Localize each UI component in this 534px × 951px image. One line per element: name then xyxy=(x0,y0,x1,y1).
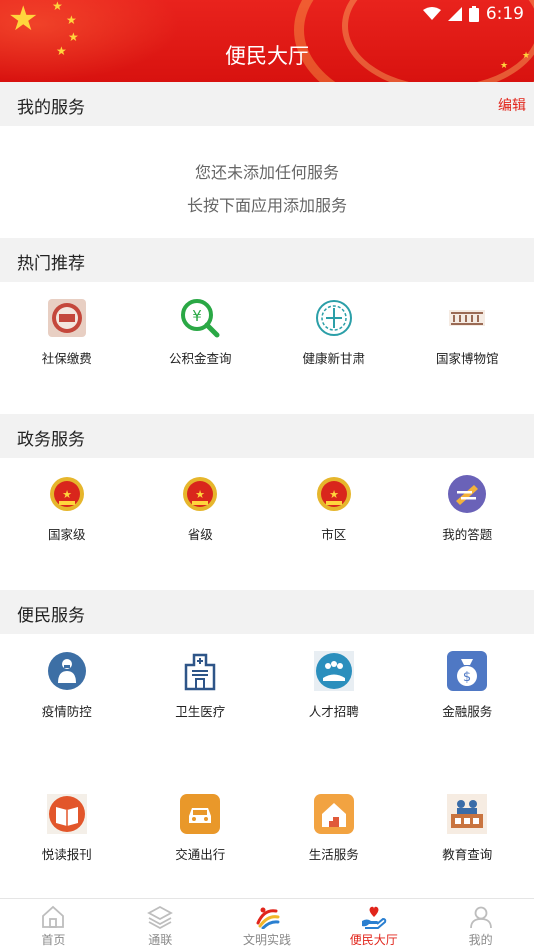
service-label: 社保缴费 xyxy=(42,348,92,367)
service-tile-life[interactable]: 生活服务 xyxy=(267,794,401,863)
service-tile-education[interactable]: 教育查询 xyxy=(401,794,534,863)
clock-time: 6:19 xyxy=(486,4,524,24)
empty-hint-line1: 您还未添加任何服务 xyxy=(0,159,534,183)
service-label: 交通出行 xyxy=(175,844,225,863)
service-tile-housing-fund[interactable]: ¥ 公积金查询 xyxy=(134,298,268,367)
service-label: 教育查询 xyxy=(442,844,492,863)
gov-heading: 政务服务 xyxy=(17,425,85,450)
wifi-icon xyxy=(423,7,441,21)
service-label: 金融服务 xyxy=(442,701,492,720)
layers-icon xyxy=(147,905,173,929)
service-tile-national[interactable]: ★ 国家级 xyxy=(0,474,134,543)
service-label: 省级 xyxy=(188,524,213,543)
civic-heading: 便民服务 xyxy=(17,601,85,626)
service-tile-medical[interactable]: 卫生医疗 xyxy=(134,651,268,720)
service-tile-social-security[interactable]: 社保缴费 xyxy=(0,298,134,367)
my-services-heading: 我的服务 xyxy=(17,93,85,118)
signal-icon xyxy=(448,7,462,21)
civilization-practice-logo-icon xyxy=(254,905,280,929)
civic-section-header: 便民服务 xyxy=(0,590,534,634)
page-title: 便民大厅 xyxy=(0,40,534,70)
home-tab-icon xyxy=(40,905,66,929)
social-security-icon xyxy=(47,298,87,338)
service-tile-reading[interactable]: 悦读报刊 xyxy=(0,794,134,863)
car-icon xyxy=(180,794,220,834)
tab-label: 文明实践 xyxy=(243,931,291,948)
tab-label: 首页 xyxy=(41,931,65,948)
service-label: 悦读报刊 xyxy=(42,844,92,863)
service-tile-health-gansu[interactable]: 健康新甘肃 xyxy=(267,298,401,367)
service-label: 卫生医疗 xyxy=(175,701,225,720)
svg-text:$: $ xyxy=(463,670,471,685)
service-tile-recruitment[interactable]: 人才招聘 xyxy=(267,651,401,720)
service-tile-finance[interactable]: $ 金融服务 xyxy=(401,651,534,720)
civic-grid-row2: 悦读报刊 交通出行 生活服务 教育查询 xyxy=(0,794,534,863)
hot-heading: 热门推荐 xyxy=(17,249,85,274)
service-label: 人才招聘 xyxy=(309,701,359,720)
tab-label: 我的 xyxy=(469,931,493,948)
bottom-tab-bar: 首页 通联 文明实践 便民大厅 我的 xyxy=(0,898,534,951)
civic-grid-row1: 疫情防控 卫生医疗 人才招聘 $ 金融服务 xyxy=(0,651,534,720)
epidemic-control-icon xyxy=(47,651,87,691)
health-gansu-icon xyxy=(314,298,354,338)
finance-bag-icon: $ xyxy=(447,651,487,691)
national-emblem-icon: ★ xyxy=(47,474,87,514)
service-label: 疫情防控 xyxy=(42,701,92,720)
service-tile-provincial[interactable]: ★ 省级 xyxy=(134,474,268,543)
tab-me[interactable]: 我的 xyxy=(427,899,534,951)
service-tile-city[interactable]: ★ 市区 xyxy=(267,474,401,543)
hot-grid: 社保缴费 ¥ 公积金查询 健康新甘肃 国家博物馆 xyxy=(0,298,534,367)
service-tile-national-museum[interactable]: 国家博物馆 xyxy=(401,298,534,367)
service-tile-transport[interactable]: 交通出行 xyxy=(134,794,268,863)
service-label: 市区 xyxy=(321,524,346,543)
service-label: 生活服务 xyxy=(309,844,359,863)
gov-grid: ★ 国家级 ★ 省级 ★ 市区 我的答题 xyxy=(0,474,534,543)
national-emblem-icon: ★ xyxy=(180,474,220,514)
small-star-icon: ★ xyxy=(66,14,77,26)
hot-section-header: 热门推荐 xyxy=(0,238,534,282)
recruitment-icon xyxy=(314,651,354,691)
service-label: 国家级 xyxy=(48,524,86,543)
education-icon xyxy=(447,794,487,834)
hospital-icon xyxy=(180,651,220,691)
svg-text:★: ★ xyxy=(195,488,205,501)
national-museum-icon xyxy=(447,298,487,338)
service-tile-my-quiz[interactable]: 我的答题 xyxy=(401,474,534,543)
gov-section-header: 政务服务 xyxy=(0,414,534,458)
battery-icon xyxy=(469,6,479,22)
service-label: 我的答题 xyxy=(442,524,492,543)
edit-button[interactable]: 编辑 xyxy=(498,95,526,115)
svg-text:★: ★ xyxy=(62,488,72,501)
national-emblem-icon: ★ xyxy=(314,474,354,514)
big-star-icon: ★ xyxy=(8,2,38,36)
status-bar: 6:19 xyxy=(423,4,524,24)
service-label: 健康新甘肃 xyxy=(302,348,365,367)
quiz-pencil-icon xyxy=(447,474,487,514)
service-label: 公积金查询 xyxy=(169,348,232,367)
empty-hint-line2: 长按下面应用添加服务 xyxy=(0,192,534,216)
small-star-icon: ★ xyxy=(52,0,63,12)
app-header: ★ ★ ★ ★ ★ ★ ★ 6:19 便民大厅 xyxy=(0,0,534,82)
home-icon xyxy=(314,794,354,834)
my-services-section-header: 我的服务 编辑 xyxy=(0,82,534,126)
tab-service-hall[interactable]: 便民大厅 xyxy=(320,899,427,951)
user-icon xyxy=(468,905,494,929)
svg-text:¥: ¥ xyxy=(192,307,202,325)
tab-label: 便民大厅 xyxy=(350,931,398,948)
service-label: 国家博物馆 xyxy=(436,348,499,367)
reading-book-icon xyxy=(47,794,87,834)
tab-home[interactable]: 首页 xyxy=(0,899,107,951)
service-hall-icon xyxy=(361,905,387,929)
housing-fund-search-icon: ¥ xyxy=(180,298,220,338)
tab-contacts[interactable]: 通联 xyxy=(107,899,214,951)
tab-label: 通联 xyxy=(148,931,172,948)
service-tile-epidemic[interactable]: 疫情防控 xyxy=(0,651,134,720)
tab-civilization-practice[interactable]: 文明实践 xyxy=(214,899,321,951)
svg-text:★: ★ xyxy=(329,488,339,501)
